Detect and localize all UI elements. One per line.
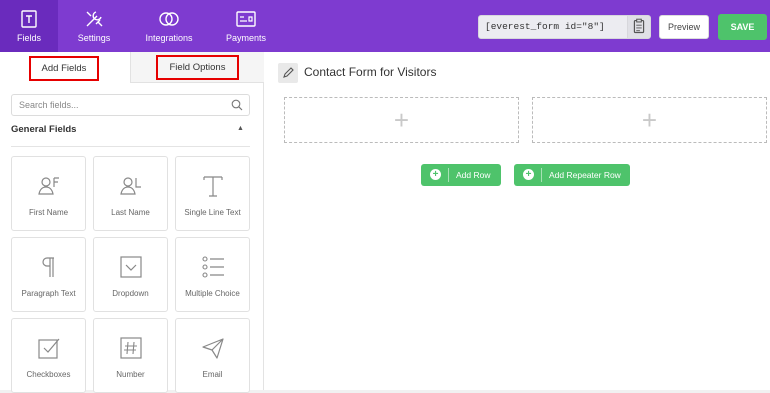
plus-icon: + bbox=[393, 105, 410, 135]
form-builder-canvas: Contact Form for Visitors + + + Add Row … bbox=[264, 52, 770, 390]
nav-settings-label: Settings bbox=[77, 33, 111, 43]
add-repeater-row-button[interactable]: + Add Repeater Row bbox=[514, 164, 630, 186]
tab-field-options[interactable]: Field Options bbox=[130, 52, 264, 83]
plus-circle-icon: + bbox=[523, 169, 534, 180]
field-card-email[interactable]: Email bbox=[175, 318, 250, 393]
nav-payments-label: Payments bbox=[225, 33, 267, 43]
fields-sidebar: Add Fields Field Options Search fields..… bbox=[0, 52, 264, 393]
text-t-icon bbox=[202, 176, 223, 197]
add-row-button[interactable]: + Add Row bbox=[421, 164, 501, 186]
field-card-number[interactable]: Number bbox=[93, 318, 168, 393]
field-card-multiple-choice[interactable]: Multiple Choice bbox=[175, 237, 250, 312]
search-placeholder: Search fields... bbox=[19, 100, 79, 110]
field-card-single-line-text[interactable]: Single Line Text bbox=[175, 156, 250, 231]
field-label: Single Line Text bbox=[184, 208, 241, 217]
button-separator bbox=[448, 168, 449, 182]
drop-zone-column-2[interactable]: + bbox=[532, 97, 767, 143]
plus-circle-icon: + bbox=[430, 169, 441, 180]
search-fields-input[interactable]: Search fields... bbox=[11, 94, 250, 116]
field-card-first-name[interactable]: First Name bbox=[11, 156, 86, 231]
tab-add-fields[interactable]: Add Fields bbox=[0, 52, 130, 83]
section-title: General Fields bbox=[11, 124, 77, 135]
field-label: Email bbox=[202, 370, 223, 379]
clipboard-icon bbox=[633, 18, 645, 34]
field-card-last-name[interactable]: Last Name bbox=[93, 156, 168, 231]
edit-title-button[interactable] bbox=[278, 63, 298, 83]
field-label: Paragraph Text bbox=[21, 289, 76, 298]
field-label: Multiple Choice bbox=[185, 289, 240, 298]
pencil-icon bbox=[283, 67, 294, 78]
search-icon bbox=[231, 99, 243, 111]
payments-card-icon bbox=[236, 11, 256, 27]
dropdown-icon bbox=[119, 256, 142, 278]
hash-icon bbox=[119, 337, 142, 359]
tab-add-fields-label: Add Fields bbox=[29, 56, 99, 81]
copy-shortcode-button[interactable] bbox=[627, 15, 651, 39]
field-label: Dropdown bbox=[112, 289, 149, 298]
preview-button[interactable]: Preview bbox=[659, 15, 709, 39]
nav-fields-label: Fields bbox=[16, 33, 41, 43]
nav-integrations-label: Integrations bbox=[145, 33, 193, 43]
nav-payments[interactable]: Payments bbox=[208, 0, 284, 52]
shortcode-field[interactable]: [everest_form id="8"] bbox=[478, 15, 628, 39]
field-card-paragraph-text[interactable]: Paragraph Text bbox=[11, 237, 86, 312]
integrations-rings-icon bbox=[159, 12, 179, 26]
list-radio-icon bbox=[201, 256, 224, 278]
add-row-label: Add Row bbox=[456, 170, 491, 180]
collapse-triangle-icon[interactable]: ▲ bbox=[237, 125, 244, 132]
field-label: Last Name bbox=[111, 208, 150, 217]
add-repeater-row-label: Add Repeater Row bbox=[549, 170, 621, 180]
drop-zone-column-1[interactable]: + bbox=[284, 97, 519, 143]
button-separator bbox=[541, 168, 542, 182]
save-button[interactable]: SAVE bbox=[718, 14, 767, 40]
plus-icon: + bbox=[641, 105, 658, 135]
field-label: First Name bbox=[28, 208, 69, 217]
form-title[interactable]: Contact Form for Visitors bbox=[304, 65, 436, 79]
person-last-icon bbox=[119, 177, 141, 195]
nav-fields[interactable]: Fields bbox=[0, 0, 58, 52]
divider bbox=[11, 146, 250, 147]
field-label: Number bbox=[116, 370, 145, 379]
checkbox-icon bbox=[37, 338, 59, 359]
nav-settings[interactable]: Settings bbox=[58, 0, 130, 52]
field-label: Checkboxes bbox=[26, 370, 71, 379]
paper-plane-icon bbox=[201, 338, 224, 359]
nav-integrations[interactable]: Integrations bbox=[130, 0, 208, 52]
fields-icon bbox=[21, 10, 37, 28]
top-navigation-bar: Fields Settings Integrations Payments [e… bbox=[0, 0, 770, 52]
settings-tools-icon bbox=[86, 11, 103, 27]
tab-field-options-label: Field Options bbox=[156, 55, 239, 80]
pilcrow-icon bbox=[41, 257, 54, 277]
field-card-checkboxes[interactable]: Checkboxes bbox=[11, 318, 86, 393]
field-card-dropdown[interactable]: Dropdown bbox=[93, 237, 168, 312]
person-first-icon bbox=[37, 177, 59, 195]
